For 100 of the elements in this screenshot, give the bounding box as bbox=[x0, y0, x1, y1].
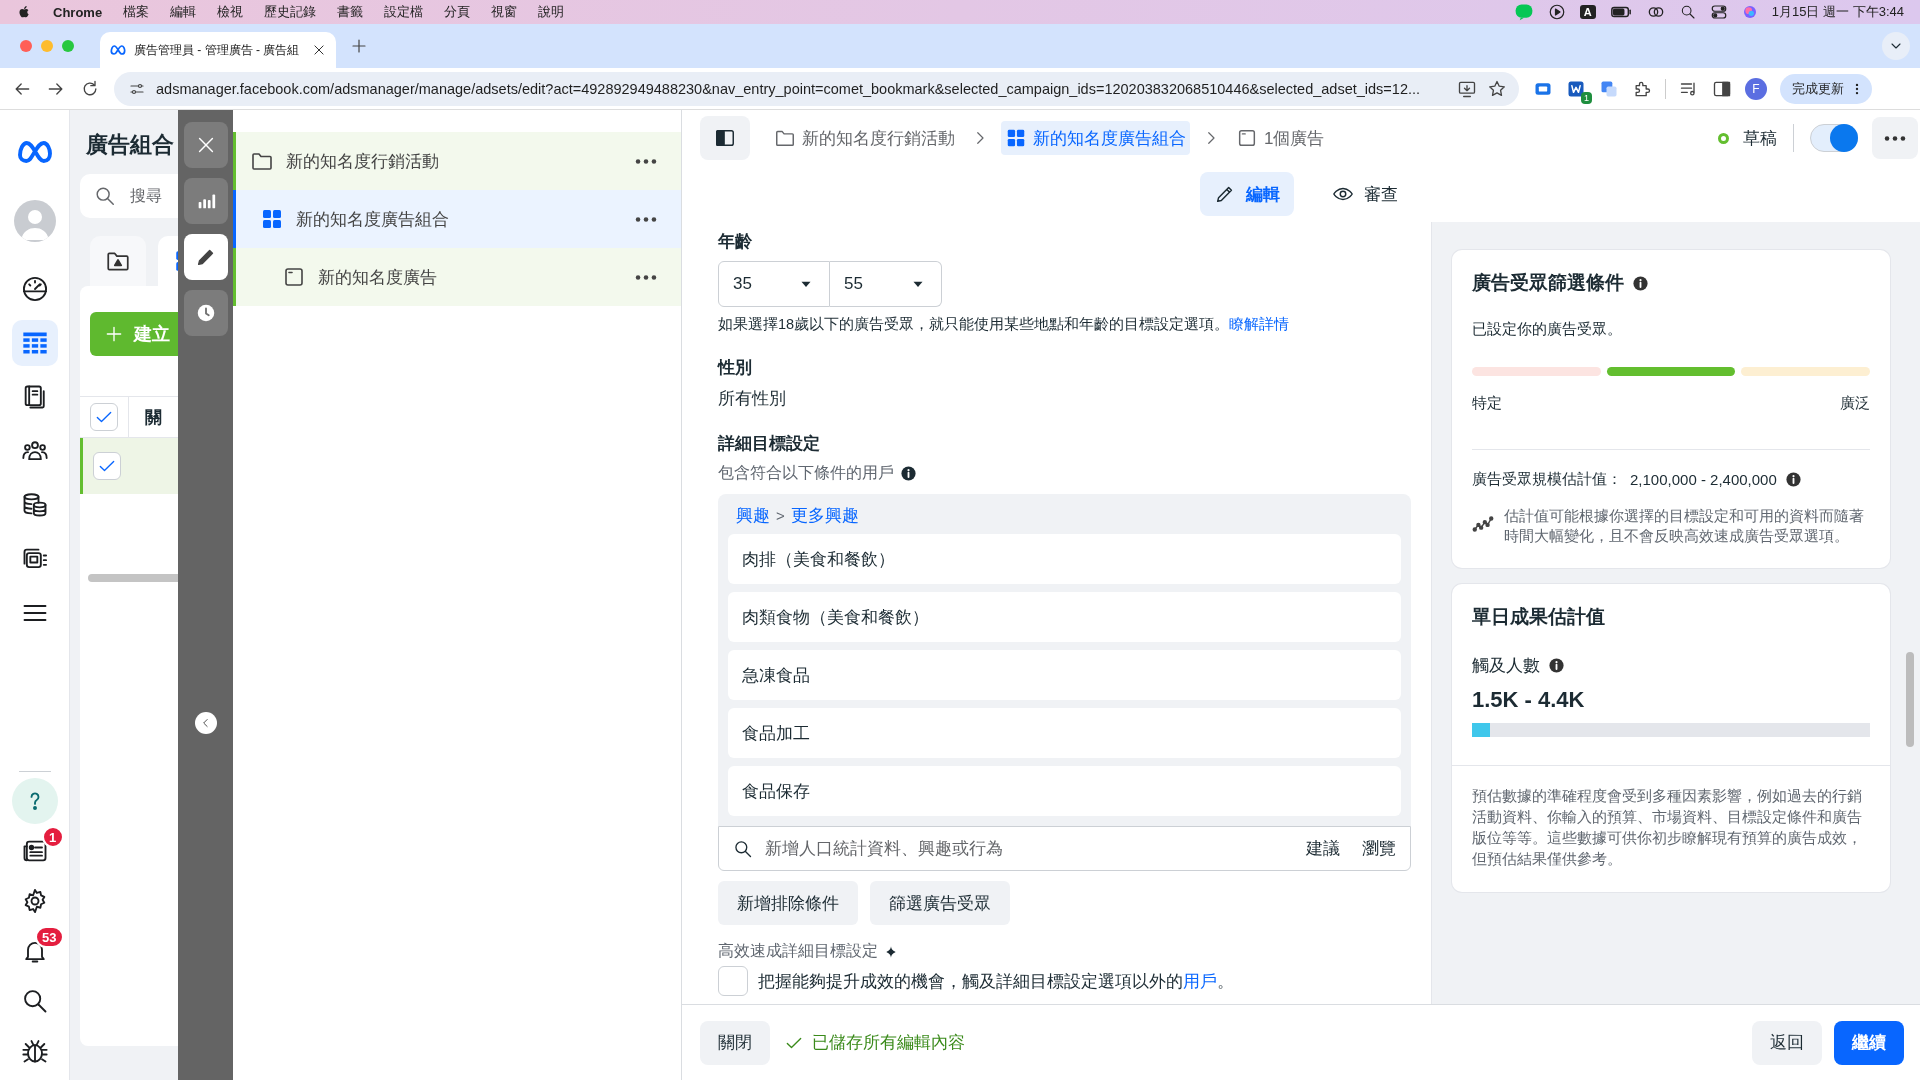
saved-status: 已儲存所有編輯內容 bbox=[812, 1032, 965, 1054]
search-icon bbox=[94, 185, 116, 207]
close-icon[interactable] bbox=[312, 43, 326, 57]
breadcrumb-item[interactable]: 新的知名度廣告組合 bbox=[1001, 121, 1190, 155]
category-link[interactable]: 興趣 bbox=[736, 503, 770, 527]
info-icon bbox=[1548, 657, 1565, 675]
learn-more-link[interactable]: 瞭解詳情 bbox=[1229, 316, 1290, 332]
audience-size-label: 廣告受眾規模估計值： bbox=[1472, 470, 1622, 489]
more-icon bbox=[635, 274, 657, 280]
field-label: 詳細目標設定 bbox=[718, 433, 820, 455]
targeting-item[interactable]: 肉類食物（美食和餐飲） bbox=[728, 592, 1401, 642]
checkbox[interactable] bbox=[93, 452, 121, 480]
panel-title: 廣告組合 bbox=[86, 131, 174, 159]
action-button[interactable]: 篩選廣告受眾 bbox=[870, 881, 1010, 925]
tree-item[interactable]: 新的知名度廣告 bbox=[233, 248, 681, 306]
search-field[interactable]: 新增人口統計資料、興趣或行為 建議 瀏覽 bbox=[718, 826, 1411, 871]
column-header[interactable]: 關 bbox=[145, 405, 162, 429]
address-bar[interactable]: adsmanager.facebook.com/adsmanager/manage/adsets/edit?act=492892949488230&nav_entry_point=comet_bookmark&selected_campaign_ids=120203832068510446&selected_adset_ids=12... bbox=[114, 71, 1519, 106]
metric-value: 1.5K - 4.4K bbox=[1472, 687, 1585, 714]
search-action-link[interactable]: 瀏覽 bbox=[1362, 837, 1396, 860]
bug-icon bbox=[20, 1037, 49, 1065]
info-icon bbox=[1632, 274, 1649, 292]
toolbar-button[interactable] bbox=[183, 178, 228, 224]
audience-size-value: 2,100,000 - 2,400,000 bbox=[1630, 471, 1777, 488]
age-max-dropdown[interactable]: 55 bbox=[830, 261, 942, 307]
card-title: 單日成果估計值 bbox=[1472, 605, 1605, 630]
notification-badge: 53 bbox=[35, 926, 64, 948]
new-tab-icon[interactable] bbox=[350, 37, 368, 55]
back-button[interactable]: 返回 bbox=[1752, 1020, 1822, 1065]
more-button[interactable] bbox=[635, 158, 657, 164]
browser-tab[interactable]: 廣告管理員 - 管理廣告 - 廣告組 bbox=[100, 32, 336, 68]
input-source[interactable]: A bbox=[1579, 5, 1596, 19]
status-label: 草稿 bbox=[1743, 127, 1777, 150]
menubar-clock[interactable]: 1月15日 週一 下午3:44 bbox=[1771, 3, 1904, 21]
card-title: 廣告受眾篩選條件 bbox=[1472, 271, 1624, 295]
checkbox-label: 把握能夠提升成效的機會，觸及詳細目標設定選項以外的用戶。 bbox=[758, 970, 1234, 993]
menu-item[interactable]: 分頁 bbox=[444, 3, 471, 21]
more-icon bbox=[1884, 135, 1906, 141]
collapse-button[interactable] bbox=[194, 712, 217, 734]
mode-tab[interactable]: 審查 bbox=[1318, 172, 1412, 216]
window-icon bbox=[282, 265, 306, 289]
tree-item[interactable]: 新的知名度廣告組合 bbox=[233, 190, 681, 248]
breadcrumb-item[interactable]: 新的知名度行銷活動 bbox=[770, 121, 959, 155]
estimate-note: 預估數據的準確程度會受到多種因素影響，例如過去的行銷活動資料、你輸入的預算、市場資料、目標設定條件和廣告版位等等。這些數據可供你初步瞭解現有預算的廣告成效，但預估結果僅供參考。 bbox=[1472, 787, 1863, 870]
users-link[interactable]: 用戶 bbox=[1183, 971, 1217, 991]
field-value: 所有性別 bbox=[718, 388, 786, 410]
campaigns-tab[interactable] bbox=[90, 236, 146, 286]
plus-icon bbox=[104, 324, 124, 344]
control-center-icon[interactable] bbox=[1709, 3, 1728, 21]
scrollbar[interactable] bbox=[1906, 652, 1914, 747]
more-icon bbox=[635, 158, 657, 164]
age-min-dropdown[interactable]: 35 bbox=[718, 261, 830, 307]
toolbar-button[interactable] bbox=[183, 290, 228, 336]
sidebar-toggle-button[interactable] bbox=[700, 116, 750, 160]
menu-item[interactable]: 說明 bbox=[538, 3, 565, 21]
menu-item[interactable]: 歷史記錄 bbox=[264, 3, 317, 21]
targeting-item[interactable]: 食品加工 bbox=[728, 708, 1401, 758]
menu-item[interactable]: 檔案 bbox=[123, 3, 150, 21]
checkbox[interactable] bbox=[718, 966, 748, 996]
mode-tab[interactable]: 編輯 bbox=[1200, 172, 1294, 216]
update-button[interactable]: 完成更新 bbox=[1780, 73, 1872, 104]
checkbox[interactable] bbox=[90, 403, 118, 431]
more-button[interactable] bbox=[1872, 117, 1918, 159]
more-button[interactable] bbox=[635, 216, 657, 222]
menu-item[interactable]: 視窗 bbox=[491, 3, 518, 21]
field-label: 年齡 bbox=[718, 231, 752, 253]
toggle-switch[interactable] bbox=[1810, 124, 1858, 152]
continue-button[interactable]: 繼續 bbox=[1834, 1020, 1904, 1065]
info-icon bbox=[1784, 471, 1802, 488]
menu-item[interactable]: 編輯 bbox=[170, 3, 197, 21]
gauge-icon bbox=[20, 275, 49, 303]
targeting-item[interactable]: 急凍食品 bbox=[728, 650, 1401, 700]
search-field[interactable]: 搜尋 bbox=[80, 174, 178, 218]
targeting-item[interactable]: 肉排（美食和餐飲） bbox=[728, 534, 1401, 584]
help-text: 如果選擇18歲以下的廣告受眾，就只能使用某些地點和年齡的目標設定選項。瞭解詳情 bbox=[718, 315, 1290, 334]
field-label: 性別 bbox=[718, 357, 752, 379]
close-button[interactable]: 關閉 bbox=[700, 1020, 770, 1065]
notification-badge: 1 bbox=[41, 826, 64, 848]
sidebar-icon bbox=[714, 127, 736, 149]
scale-label: 廣泛 bbox=[1840, 394, 1870, 413]
category-link[interactable]: 更多興趣 bbox=[790, 503, 859, 527]
breadcrumb-item[interactable]: 1個廣告 bbox=[1232, 121, 1329, 155]
play-icon[interactable] bbox=[1547, 3, 1566, 21]
menu-item[interactable]: 檢視 bbox=[217, 3, 244, 21]
menu-item[interactable]: 設定檔 bbox=[384, 3, 424, 21]
field-label: 高效速成詳細目標設定 bbox=[718, 941, 878, 961]
more-icon bbox=[635, 216, 657, 222]
search-icon[interactable] bbox=[1679, 4, 1696, 20]
toolbar-button[interactable] bbox=[183, 234, 228, 280]
targeting-item[interactable]: 食品保存 bbox=[728, 766, 1401, 816]
trend-line-icon bbox=[1472, 513, 1494, 535]
tree-item[interactable]: 新的知名度行銷活動 bbox=[233, 132, 681, 190]
more-button[interactable] bbox=[635, 274, 657, 280]
orb-icon[interactable] bbox=[1741, 4, 1758, 20]
profile-avatar[interactable]: F bbox=[1745, 77, 1767, 100]
estimate-note: 估計值可能根據你選擇的目標設定和可用的資料而隨著時間大幅變化，且不會反映高效速成廣告受眾選項。 bbox=[1504, 507, 1865, 546]
search-action-link[interactable]: 建議 bbox=[1306, 837, 1340, 860]
app-menu[interactable]: Chrome bbox=[53, 4, 103, 20]
action-button[interactable]: 新增排除條件 bbox=[718, 881, 858, 925]
menu-item[interactable]: 書籤 bbox=[337, 3, 364, 21]
